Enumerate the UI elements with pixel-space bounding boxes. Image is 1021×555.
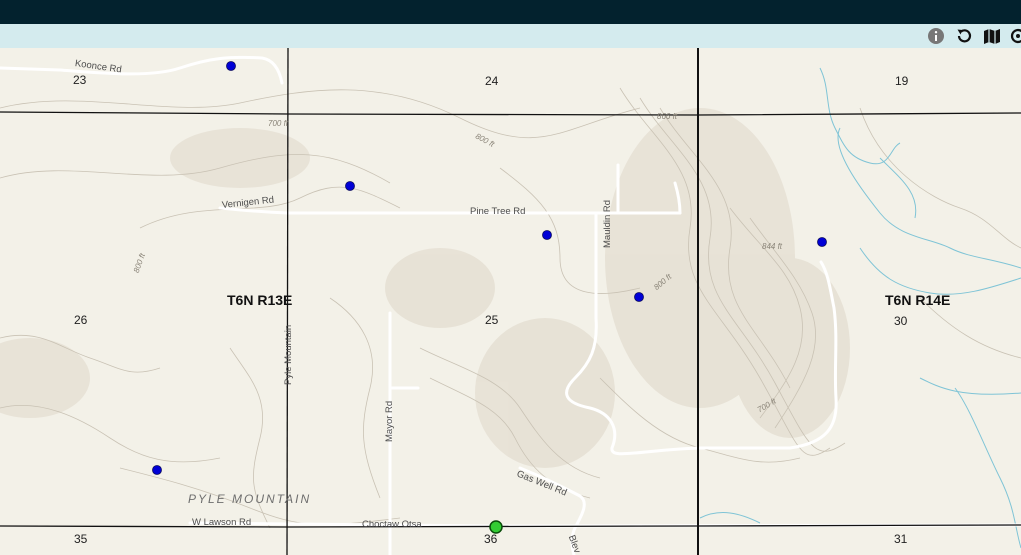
section-label: 23: [73, 73, 87, 87]
section-label: 24: [485, 74, 499, 88]
crosshair-icon: [1010, 28, 1021, 44]
section-label: 19: [895, 74, 909, 88]
section-label: 36: [484, 532, 498, 546]
section-label: 31: [894, 532, 908, 546]
map-point: [226, 61, 236, 71]
info-circle-icon: [928, 28, 944, 44]
map-icon: [984, 29, 1000, 44]
hillshade: [0, 108, 850, 468]
elevation-label: 844 ft: [762, 242, 783, 251]
road-label: Pyle Mountain: [283, 324, 294, 385]
section-grid: [0, 48, 1021, 555]
reset-view-button[interactable]: [954, 27, 974, 45]
road-label: Choctaw Otsa: [362, 519, 422, 530]
elevation-label: 700 ft: [268, 119, 289, 128]
township-label: T6N R14E: [885, 292, 951, 308]
map-point: [634, 292, 644, 302]
road-label: Pine Tree Rd: [470, 206, 526, 217]
contours: [0, 87, 1021, 529]
basemap-layer: [0, 48, 1021, 555]
map-point: [542, 230, 552, 240]
township-label: T6N R13E: [227, 292, 293, 308]
road-label: W Lawson Rd: [192, 517, 252, 528]
map-point: [152, 465, 162, 475]
road-label: Mauldin Rd: [602, 199, 613, 248]
info-button[interactable]: [926, 27, 946, 45]
map-point: [345, 181, 355, 191]
road-label: Mayor Rd: [384, 400, 395, 442]
roads: [0, 55, 1021, 555]
section-label: 26: [74, 313, 88, 327]
place-label: PYLE MOUNTAIN: [188, 492, 312, 506]
map-canvas[interactable]: 23 24 19 26 25 30 35 36 31 T6N R13E T6N …: [0, 48, 1021, 555]
elevation-label: 866 ft: [657, 112, 678, 121]
rotate-left-icon: [957, 29, 972, 43]
map-point: [817, 237, 827, 247]
section-label: 25: [485, 313, 499, 327]
app-header-bar: [0, 0, 1021, 24]
section-label: 35: [74, 532, 88, 546]
locate-button[interactable]: [1008, 27, 1021, 45]
map-toolbar: [0, 24, 1021, 48]
basemap-button[interactable]: [982, 27, 1002, 45]
section-label: 30: [894, 314, 908, 328]
